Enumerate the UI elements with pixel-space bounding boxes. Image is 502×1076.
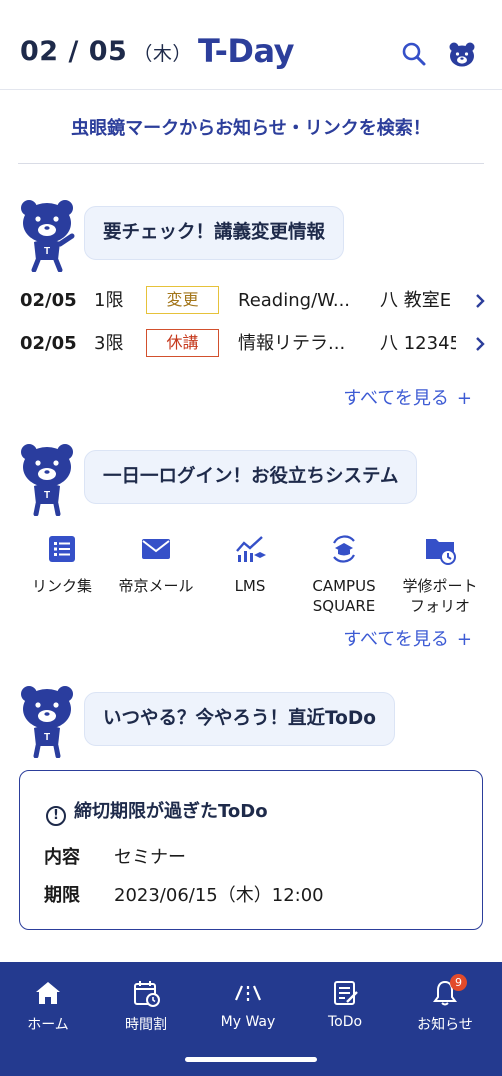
cancel-badge: 休講 (146, 329, 219, 357)
plus-icon: + (456, 388, 472, 409)
svg-text:T: T (44, 246, 50, 257)
weekday: （木） (133, 43, 192, 65)
todo-heading: いつやる？今やろう！直近ToDo (84, 692, 395, 746)
bear-mascot-icon: T (21, 200, 75, 272)
class-room: 八 教室E (380, 290, 452, 311)
app-header: 02 / 05 （木） T-Day (0, 0, 502, 90)
plus-icon: + (456, 629, 472, 650)
app-logo: T-Day (198, 32, 294, 70)
campus-square-icon (333, 535, 355, 563)
home-icon (36, 982, 60, 1004)
system-label: 学修ポート フォリオ (402, 577, 478, 615)
class-period: 3限 (94, 333, 124, 354)
system-label: CAMPUS SQUARE (312, 577, 376, 615)
tab-todo[interactable]: ToDo (300, 978, 390, 1030)
home-indicator (185, 1057, 317, 1062)
class-change-row[interactable]: 02/05 1限 変更 Reading/W... 八 教室E (20, 286, 502, 316)
bear-mascot-icon: T (21, 686, 73, 758)
todo-deadline-label: 期限 (44, 885, 80, 906)
class-period: 1限 (94, 290, 124, 311)
system-teikyo-mail[interactable]: 帝京メール (106, 533, 206, 596)
myway-icon (234, 985, 262, 1001)
class-subject: 情報リテラ... (238, 333, 346, 354)
exclamation-icon: ! (46, 806, 66, 826)
tab-label: My Way (220, 1014, 276, 1030)
todo-content-value: セミナー (114, 847, 186, 868)
todo-card-title: ! 締切期限が過ぎたToDo (46, 797, 268, 826)
see-all-label: すべてを見る (343, 388, 449, 409)
class-date: 02/05 (20, 290, 77, 311)
class-date: 02/05 (20, 333, 77, 354)
system-label: LMS (234, 577, 266, 595)
list-icon (49, 536, 75, 562)
class-change-row[interactable]: 02/05 3限 休講 情報リテラ... 八 12345 (20, 329, 502, 359)
see-all-label: すべてを見る (343, 629, 449, 650)
mail-icon (142, 539, 170, 559)
tab-label: ToDo (327, 1014, 363, 1030)
todo-content-label: 内容 (44, 847, 80, 868)
bear-profile-icon[interactable] (448, 40, 476, 68)
change-badge: 変更 (146, 286, 219, 314)
portfolio-folder-icon (426, 539, 456, 565)
chevron-right-icon (476, 337, 485, 351)
current-date: 02 / 05 （木） (20, 36, 192, 67)
chevron-right-icon (476, 294, 485, 308)
todo-icon (334, 981, 358, 1005)
overdue-todo-card[interactable]: ! 締切期限が過ぎたToDo 内容 セミナー 期限 2023/06/15（木）12… (19, 770, 483, 930)
class-room: 八 12345 (380, 333, 456, 354)
tab-my-way[interactable]: My Way (203, 978, 293, 1030)
system-label: 帝京メール (118, 577, 194, 595)
bear-mascot-icon: T (21, 444, 73, 516)
system-link-list[interactable]: リンク集 (12, 533, 112, 596)
date-value: 02 / 05 (20, 36, 128, 67)
system-label: リンク集 (31, 577, 92, 595)
see-all-class-changes-link[interactable]: すべてを見る + (343, 384, 472, 410)
tab-label: 時間割 (125, 1017, 167, 1033)
notification-count-badge: 9 (450, 974, 467, 991)
calendar-clock-icon (134, 981, 160, 1007)
search-icon[interactable] (400, 40, 428, 68)
tab-label: ホーム (27, 1017, 69, 1033)
svg-text:T: T (44, 732, 50, 743)
class-changes-heading: 要チェック！講義変更情報 (84, 206, 345, 260)
system-portfolio[interactable]: 学修ポート フォリオ (390, 533, 490, 616)
search-hint-banner: 虫眼鏡マークからお知らせ・リンクを検索！ (18, 100, 484, 164)
class-subject: Reading/W... (238, 290, 351, 311)
svg-text:T: T (44, 490, 50, 501)
tab-home[interactable]: ホーム (3, 978, 93, 1034)
lms-icon (236, 536, 266, 562)
systems-heading: 一日一ログイン！お役立ちシステム (84, 450, 418, 504)
todo-card-title-text: 締切期限が過ぎたToDo (74, 801, 268, 822)
tab-label: お知らせ (417, 1017, 473, 1033)
tab-timetable[interactable]: 時間割 (101, 978, 191, 1034)
tab-notifications[interactable]: 9 お知らせ (400, 974, 490, 1034)
see-all-systems-link[interactable]: すべてを見る + (343, 625, 472, 651)
system-lms[interactable]: LMS (200, 533, 300, 596)
system-campus-square[interactable]: CAMPUS SQUARE (294, 533, 394, 616)
todo-deadline-value: 2023/06/15（木）12:00 (114, 885, 324, 906)
